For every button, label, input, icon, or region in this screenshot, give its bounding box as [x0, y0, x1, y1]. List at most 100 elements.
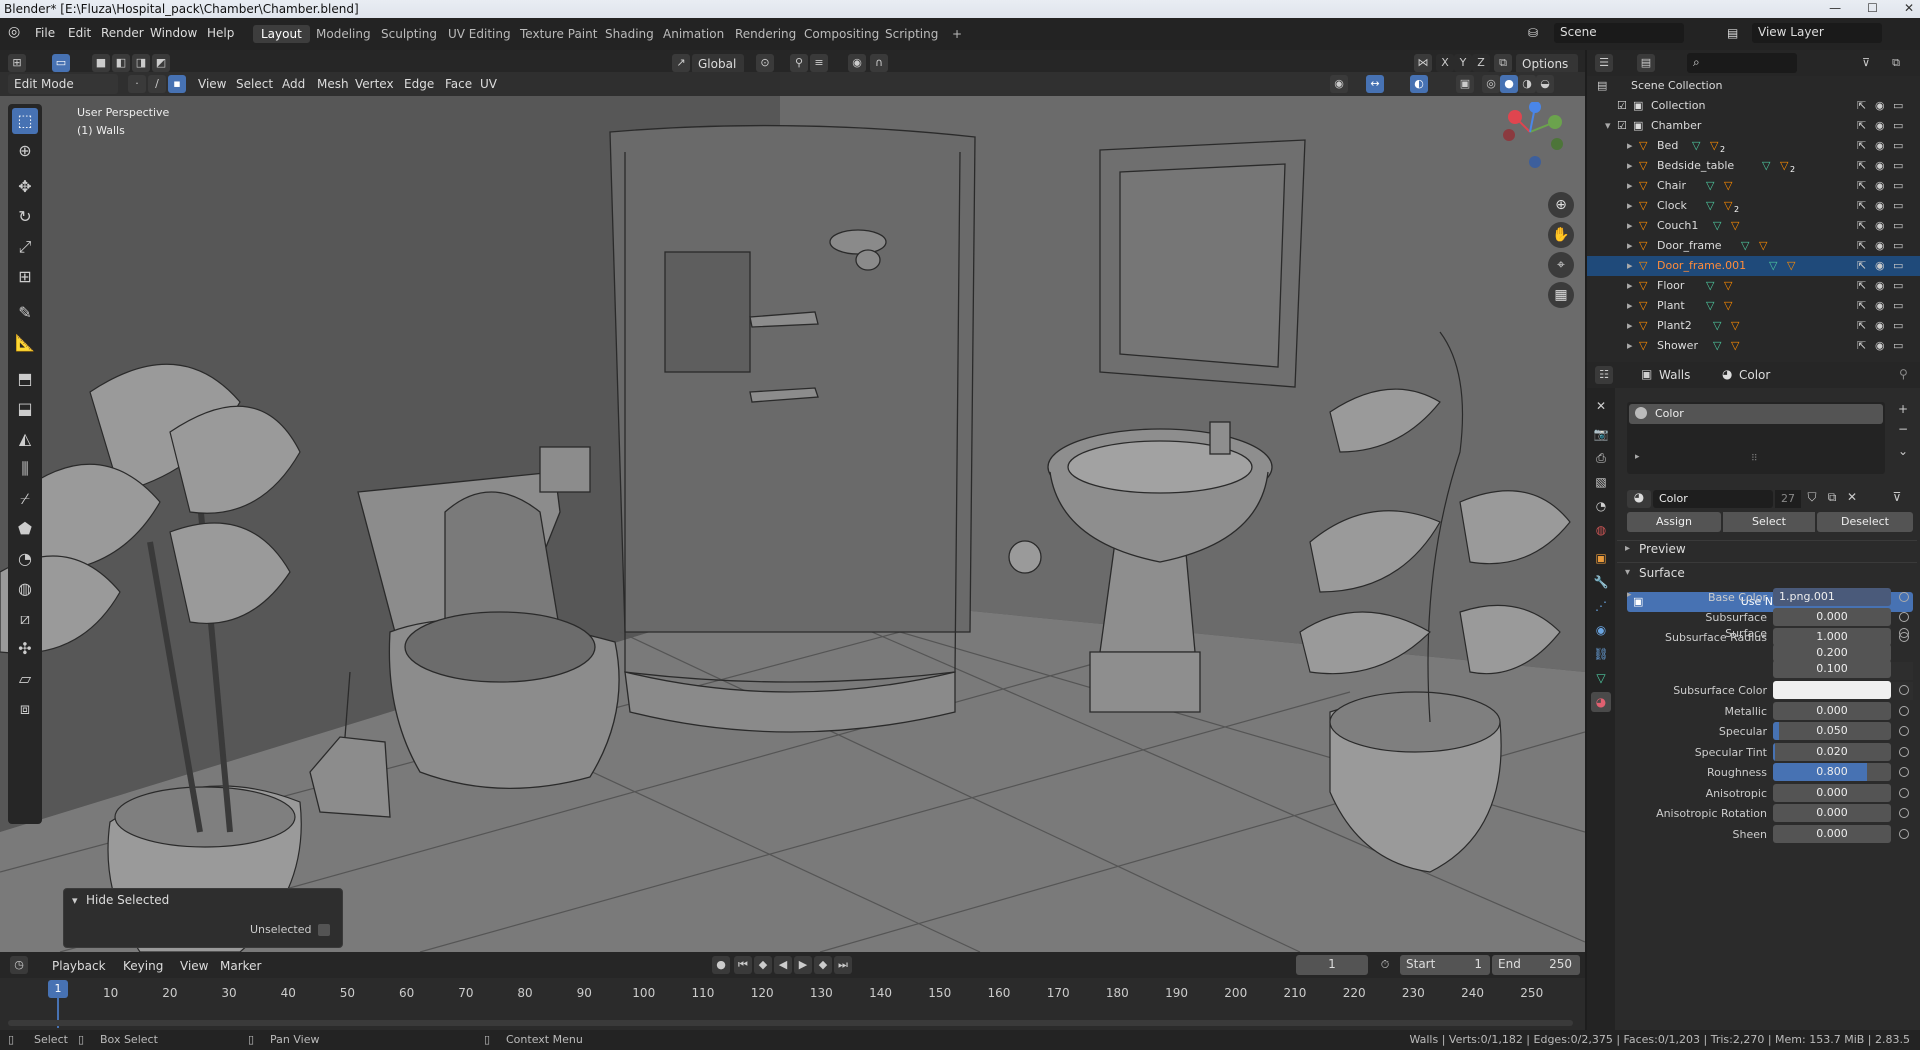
new-collection-icon[interactable]: ⧉	[1887, 54, 1905, 72]
workspace-tab-rendering[interactable]: Rendering	[727, 25, 804, 43]
blender-logo-icon[interactable]: ◎	[8, 24, 20, 40]
specular-tint-field[interactable]: 0.020	[1773, 743, 1891, 761]
eye-icon[interactable]: ◉	[1875, 199, 1885, 212]
select-box-tool-icon[interactable]: ⬚	[12, 108, 38, 134]
rotate-tool-icon[interactable]: ↻	[12, 204, 38, 230]
expand-arrow-icon[interactable]: ▸	[1627, 219, 1633, 232]
edge-select-icon[interactable]: ∕	[148, 75, 166, 93]
preview-expand-icon[interactable]: ▸	[1625, 543, 1630, 554]
camera-icon[interactable]: ▭	[1893, 319, 1903, 332]
select-arrow-icon[interactable]: ⇱	[1857, 239, 1866, 252]
marker-menu[interactable]: Marker	[214, 956, 267, 976]
mode-extend-icon[interactable]: ◧	[112, 54, 130, 72]
workspace-tab-sculpting[interactable]: Sculpting	[373, 25, 445, 43]
specular-field[interactable]: 0.050	[1773, 722, 1891, 740]
spin-tool-icon[interactable]: ◔	[12, 546, 38, 572]
transform-tool-icon[interactable]: ⊞	[12, 264, 38, 290]
outliner-item-plant2[interactable]: ▸ ▽ Plant2 ▽ ▽ ⇱ ◉ ▭	[1587, 316, 1920, 336]
edge-slide-tool-icon[interactable]: ⧄	[12, 606, 38, 632]
rip-region-tool-icon[interactable]: ⧈	[12, 696, 38, 722]
object-tab-icon[interactable]: ▣	[1591, 548, 1611, 568]
menu-vertex[interactable]: Vertex	[349, 74, 400, 94]
browse-material-icon[interactable]: ◕	[1627, 490, 1651, 508]
workspace-tab-scripting[interactable]: Scripting	[877, 25, 946, 43]
scene-collection-row[interactable]: ▤ Scene Collection	[1587, 76, 1920, 96]
outliner-item-clock[interactable]: ▸ ▽ Clock ▽ ▽ 2 ⇱ ◉ ▭	[1587, 196, 1920, 216]
socket-icon[interactable]	[1899, 706, 1909, 716]
expand-arrow-icon[interactable]: ▸	[1627, 299, 1633, 312]
select-arrow-icon[interactable]: ⇱	[1857, 339, 1866, 352]
eye-icon[interactable]: ◉	[1875, 319, 1885, 332]
expand-arrow-icon[interactable]: ▸	[1627, 279, 1633, 292]
timeline-view-menu[interactable]: View	[174, 956, 214, 976]
outliner-editor-type-icon[interactable]: ☰	[1595, 54, 1613, 72]
subsurface-field[interactable]: 0.000	[1773, 608, 1891, 626]
camera-icon[interactable]: ▭	[1893, 119, 1903, 132]
scene-tab-icon[interactable]: ◔	[1591, 496, 1611, 516]
radius-component-field[interactable]: 0.100	[1773, 660, 1891, 678]
camera-icon[interactable]: ▭	[1893, 199, 1903, 212]
select-arrow-icon[interactable]: ⇱	[1857, 119, 1866, 132]
socket-icon[interactable]	[1899, 726, 1909, 736]
material-name-field[interactable]: Color	[1653, 490, 1773, 508]
duplicate-material-icon[interactable]: ⧉	[1823, 490, 1841, 508]
camera-view-icon[interactable]: ⌖	[1548, 252, 1574, 278]
socket-icon[interactable]	[1899, 808, 1909, 818]
eye-icon[interactable]: ◉	[1875, 139, 1885, 152]
pan-hand-icon[interactable]: ✋	[1548, 222, 1574, 248]
prev-keyframe-icon[interactable]: ◆	[754, 956, 772, 974]
modifier-tab-icon[interactable]: 🔧	[1591, 572, 1611, 592]
outliner-item-chamber[interactable]: ▾ ☑ ▣ Chamber ⇱ ◉ ▭	[1587, 116, 1920, 136]
material-icon[interactable]: ▽	[1731, 339, 1743, 352]
select-arrow-icon[interactable]: ⇱	[1857, 299, 1866, 312]
fake-user-icon[interactable]: ⛉	[1803, 490, 1821, 508]
snap-icon[interactable]: ⚲	[790, 54, 808, 72]
outliner-item-bed[interactable]: ▸ ▽ Bed ▽ ▽ 2 ⇱ ◉ ▭	[1587, 136, 1920, 156]
outliner-item-floor[interactable]: ▸ ▽ Floor ▽ ▽ ⇱ ◉ ▭	[1587, 276, 1920, 296]
expand-arrow-icon[interactable]: ▸	[1627, 159, 1633, 172]
material-slot-row[interactable]: Color	[1629, 404, 1883, 424]
mesh-data-icon[interactable]: ▽	[1741, 239, 1753, 252]
gizmo-toggle-icon[interactable]: ↔	[1366, 75, 1384, 93]
inset-tool-icon[interactable]: ⬓	[12, 396, 38, 422]
last-operator-panel[interactable]: ▾ Hide Selected Unselected	[63, 888, 343, 948]
material-icon[interactable]: ▽	[1787, 259, 1799, 272]
scene-selector[interactable]: Scene	[1554, 23, 1684, 43]
socket-icon[interactable]	[1899, 592, 1909, 602]
collapse-triangle-icon[interactable]: ▾	[72, 894, 78, 907]
add-workspace-button[interactable]: +	[944, 25, 970, 43]
eye-icon[interactable]: ◉	[1875, 119, 1885, 132]
expand-arrow-icon[interactable]: ▸	[1627, 139, 1633, 152]
output-tab-icon[interactable]: ⎙	[1591, 448, 1611, 468]
select-arrow-icon[interactable]: ⇱	[1857, 279, 1866, 292]
camera-icon[interactable]: ▭	[1893, 339, 1903, 352]
menu-uv[interactable]: UV	[474, 74, 503, 94]
material-icon[interactable]: ▽	[1724, 179, 1736, 192]
view-layer-tab-icon[interactable]: ▧	[1591, 472, 1611, 492]
subsurface-color-field[interactable]	[1773, 681, 1891, 699]
list-expand-icon[interactable]: ▸	[1635, 452, 1640, 462]
exclude-checkbox[interactable]: ☑	[1617, 119, 1627, 132]
socket-icon[interactable]	[1899, 747, 1909, 757]
properties-editor-type-icon[interactable]: ☷	[1595, 366, 1613, 384]
camera-icon[interactable]: ▭	[1893, 139, 1903, 152]
render-tab-icon[interactable]: 📷	[1591, 424, 1611, 444]
select-arrow-icon[interactable]: ⇱	[1857, 199, 1866, 212]
expand-link-icon[interactable]: ▸	[1627, 590, 1632, 600]
mesh-data-icon[interactable]: ▽	[1713, 219, 1725, 232]
material-icon[interactable]: ▽	[1724, 299, 1736, 312]
playback-menu[interactable]: Playback	[46, 956, 112, 976]
falloff-icon[interactable]: ∩	[870, 54, 888, 72]
display-mode-icon[interactable]: ▤	[1637, 54, 1655, 72]
select-arrow-icon[interactable]: ⇱	[1857, 179, 1866, 192]
pin-icon[interactable]: ⚲	[1899, 367, 1908, 381]
poly-build-tool-icon[interactable]: ⬟	[12, 516, 38, 542]
surface-panel-header[interactable]: Surface	[1639, 566, 1685, 580]
outliner-item-door-frame[interactable]: ▸ ▽ Door_frame ▽ ▽ ⇱ ◉ ▭	[1587, 236, 1920, 256]
menu-render[interactable]: Render	[101, 26, 144, 40]
constraints-tab-icon[interactable]: ⛓	[1591, 644, 1611, 664]
move-tool-icon[interactable]: ✥	[12, 174, 38, 200]
menu-window[interactable]: Window	[150, 26, 197, 40]
select-box-icon[interactable]: ▭	[52, 54, 70, 72]
outliner-item-door-frame-001[interactable]: ▸ ▽ Door_frame.001 ▽ ▽ ⇱ ◉ ▭	[1587, 256, 1920, 276]
